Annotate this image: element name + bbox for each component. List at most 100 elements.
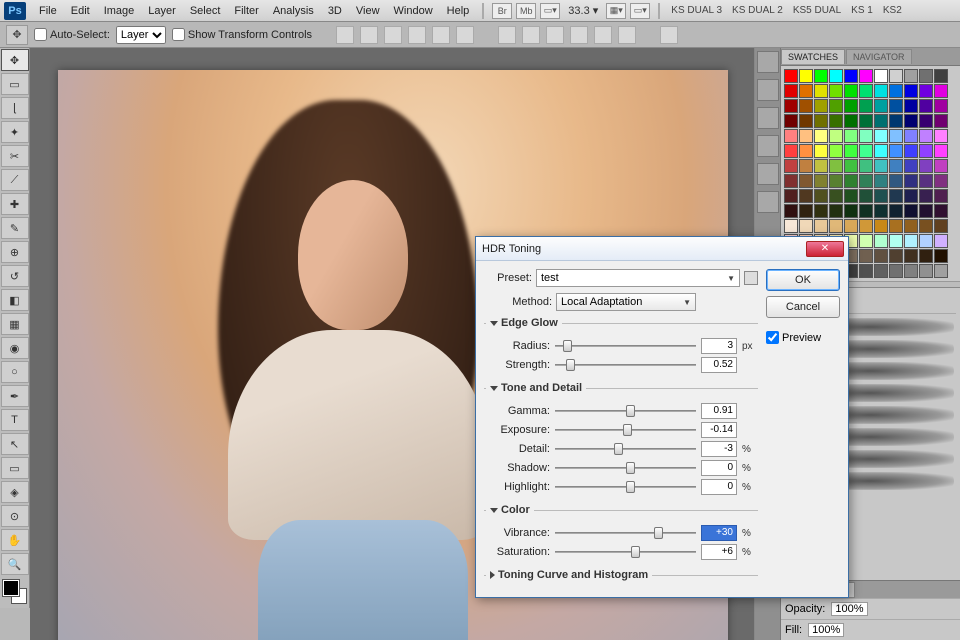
swatch-color[interactable] xyxy=(874,264,888,278)
swatch-color[interactable] xyxy=(859,144,873,158)
swatch-color[interactable] xyxy=(889,249,903,263)
workspace-5[interactable]: KS2 xyxy=(878,5,907,16)
swatch-color[interactable] xyxy=(799,84,813,98)
swatch-color[interactable] xyxy=(814,84,828,98)
swatch-color[interactable] xyxy=(844,189,858,203)
swatch-color[interactable] xyxy=(919,84,933,98)
swatch-color[interactable] xyxy=(814,144,828,158)
menu-3d[interactable]: 3D xyxy=(321,2,349,20)
swatch-color[interactable] xyxy=(844,144,858,158)
swatch-color[interactable] xyxy=(829,144,843,158)
swatch-color[interactable] xyxy=(934,249,948,263)
distribute-icon[interactable] xyxy=(498,26,516,44)
swatch-color[interactable] xyxy=(784,69,798,83)
auto-select-checkbox[interactable]: Auto-Select: xyxy=(34,28,110,41)
swatch-color[interactable] xyxy=(904,264,918,278)
swatch-color[interactable] xyxy=(904,84,918,98)
swatch-color[interactable] xyxy=(799,219,813,233)
swatch-color[interactable] xyxy=(844,69,858,83)
distribute-icon[interactable] xyxy=(594,26,612,44)
swatch-color[interactable] xyxy=(859,219,873,233)
vibrance-value[interactable]: +30 xyxy=(701,525,737,541)
swatch-color[interactable] xyxy=(799,204,813,218)
distribute-icon[interactable] xyxy=(618,26,636,44)
workspace-1[interactable]: KS DUAL 3 xyxy=(666,5,727,16)
swatch-color[interactable] xyxy=(859,99,873,113)
exposure-value[interactable]: -0.14 xyxy=(701,422,737,438)
swatch-color[interactable] xyxy=(799,69,813,83)
swatch-color[interactable] xyxy=(859,159,873,173)
shape-tool[interactable]: ▭ xyxy=(1,457,29,479)
pen-tool[interactable]: ✒ xyxy=(1,385,29,407)
preset-dropdown[interactable]: test▼ xyxy=(536,269,740,287)
swatch-color[interactable] xyxy=(919,219,933,233)
swatch-color[interactable] xyxy=(919,264,933,278)
marquee-tool[interactable]: ▭ xyxy=(1,73,29,95)
swatch-color[interactable] xyxy=(934,189,948,203)
swatch-color[interactable] xyxy=(889,159,903,173)
strength-value[interactable]: 0.52 xyxy=(701,357,737,373)
swatch-color[interactable] xyxy=(874,129,888,143)
swatch-color[interactable] xyxy=(844,114,858,128)
swatch-color[interactable] xyxy=(829,174,843,188)
highlight-value[interactable]: 0 xyxy=(701,479,737,495)
swatch-color[interactable] xyxy=(859,264,873,278)
workspace-4[interactable]: KS 1 xyxy=(846,5,878,16)
swatch-color[interactable] xyxy=(844,159,858,173)
swatch-color[interactable] xyxy=(874,144,888,158)
strength-slider[interactable] xyxy=(555,357,696,373)
swatch-color[interactable] xyxy=(799,114,813,128)
swatch-color[interactable] xyxy=(874,219,888,233)
swatch-color[interactable] xyxy=(874,84,888,98)
swatch-color[interactable] xyxy=(904,114,918,128)
crop-tool[interactable]: ✂ xyxy=(1,145,29,167)
workspace-2[interactable]: KS DUAL 2 xyxy=(727,5,788,16)
gamma-value[interactable]: 0.91 xyxy=(701,403,737,419)
distribute-icon[interactable] xyxy=(546,26,564,44)
swatch-color[interactable] xyxy=(904,99,918,113)
wand-tool[interactable]: ✦ xyxy=(1,121,29,143)
minibridge-icon[interactable]: Mb xyxy=(516,3,536,19)
dock-icon[interactable] xyxy=(757,107,779,129)
swatch-color[interactable] xyxy=(799,159,813,173)
dock-icon[interactable] xyxy=(757,163,779,185)
extras-icon[interactable]: ▭▾ xyxy=(630,3,650,19)
swatch-color[interactable] xyxy=(799,144,813,158)
clone-tool[interactable]: ⊕ xyxy=(1,241,29,263)
saturation-slider[interactable] xyxy=(555,544,696,560)
align-icon[interactable] xyxy=(432,26,450,44)
swatch-color[interactable] xyxy=(829,129,843,143)
swatch-color[interactable] xyxy=(784,189,798,203)
method-dropdown[interactable]: Local Adaptation▼ xyxy=(556,293,696,311)
swatch-color[interactable] xyxy=(814,69,828,83)
swatch-color[interactable] xyxy=(934,99,948,113)
swatch-color[interactable] xyxy=(889,234,903,248)
swatch-color[interactable] xyxy=(889,189,903,203)
swatch-color[interactable] xyxy=(934,204,948,218)
arrange-icon[interactable]: ▦▾ xyxy=(606,3,626,19)
swatch-color[interactable] xyxy=(889,84,903,98)
align-icon[interactable] xyxy=(336,26,354,44)
swatch-color[interactable] xyxy=(784,159,798,173)
swatch-color[interactable] xyxy=(829,99,843,113)
radius-value[interactable]: 3 xyxy=(701,338,737,354)
swatch-color[interactable] xyxy=(859,114,873,128)
swatch-color[interactable] xyxy=(829,69,843,83)
dock-icon[interactable] xyxy=(757,79,779,101)
swatch-color[interactable] xyxy=(904,69,918,83)
swatch-color[interactable] xyxy=(934,114,948,128)
menu-file[interactable]: File xyxy=(32,2,64,20)
distribute-icon[interactable] xyxy=(522,26,540,44)
swatch-color[interactable] xyxy=(859,234,873,248)
swatch-color[interactable] xyxy=(934,144,948,158)
swatch-color[interactable] xyxy=(814,99,828,113)
healing-tool[interactable]: ✚ xyxy=(1,193,29,215)
swatch-color[interactable] xyxy=(814,159,828,173)
swatch-color[interactable] xyxy=(844,174,858,188)
move-tool[interactable]: ✥ xyxy=(1,49,29,71)
path-tool[interactable]: ↖ xyxy=(1,433,29,455)
swatch-color[interactable] xyxy=(919,129,933,143)
3d-camera-tool[interactable]: ⊙ xyxy=(1,505,29,527)
swatch-color[interactable] xyxy=(934,234,948,248)
brush-tool[interactable]: ✎ xyxy=(1,217,29,239)
